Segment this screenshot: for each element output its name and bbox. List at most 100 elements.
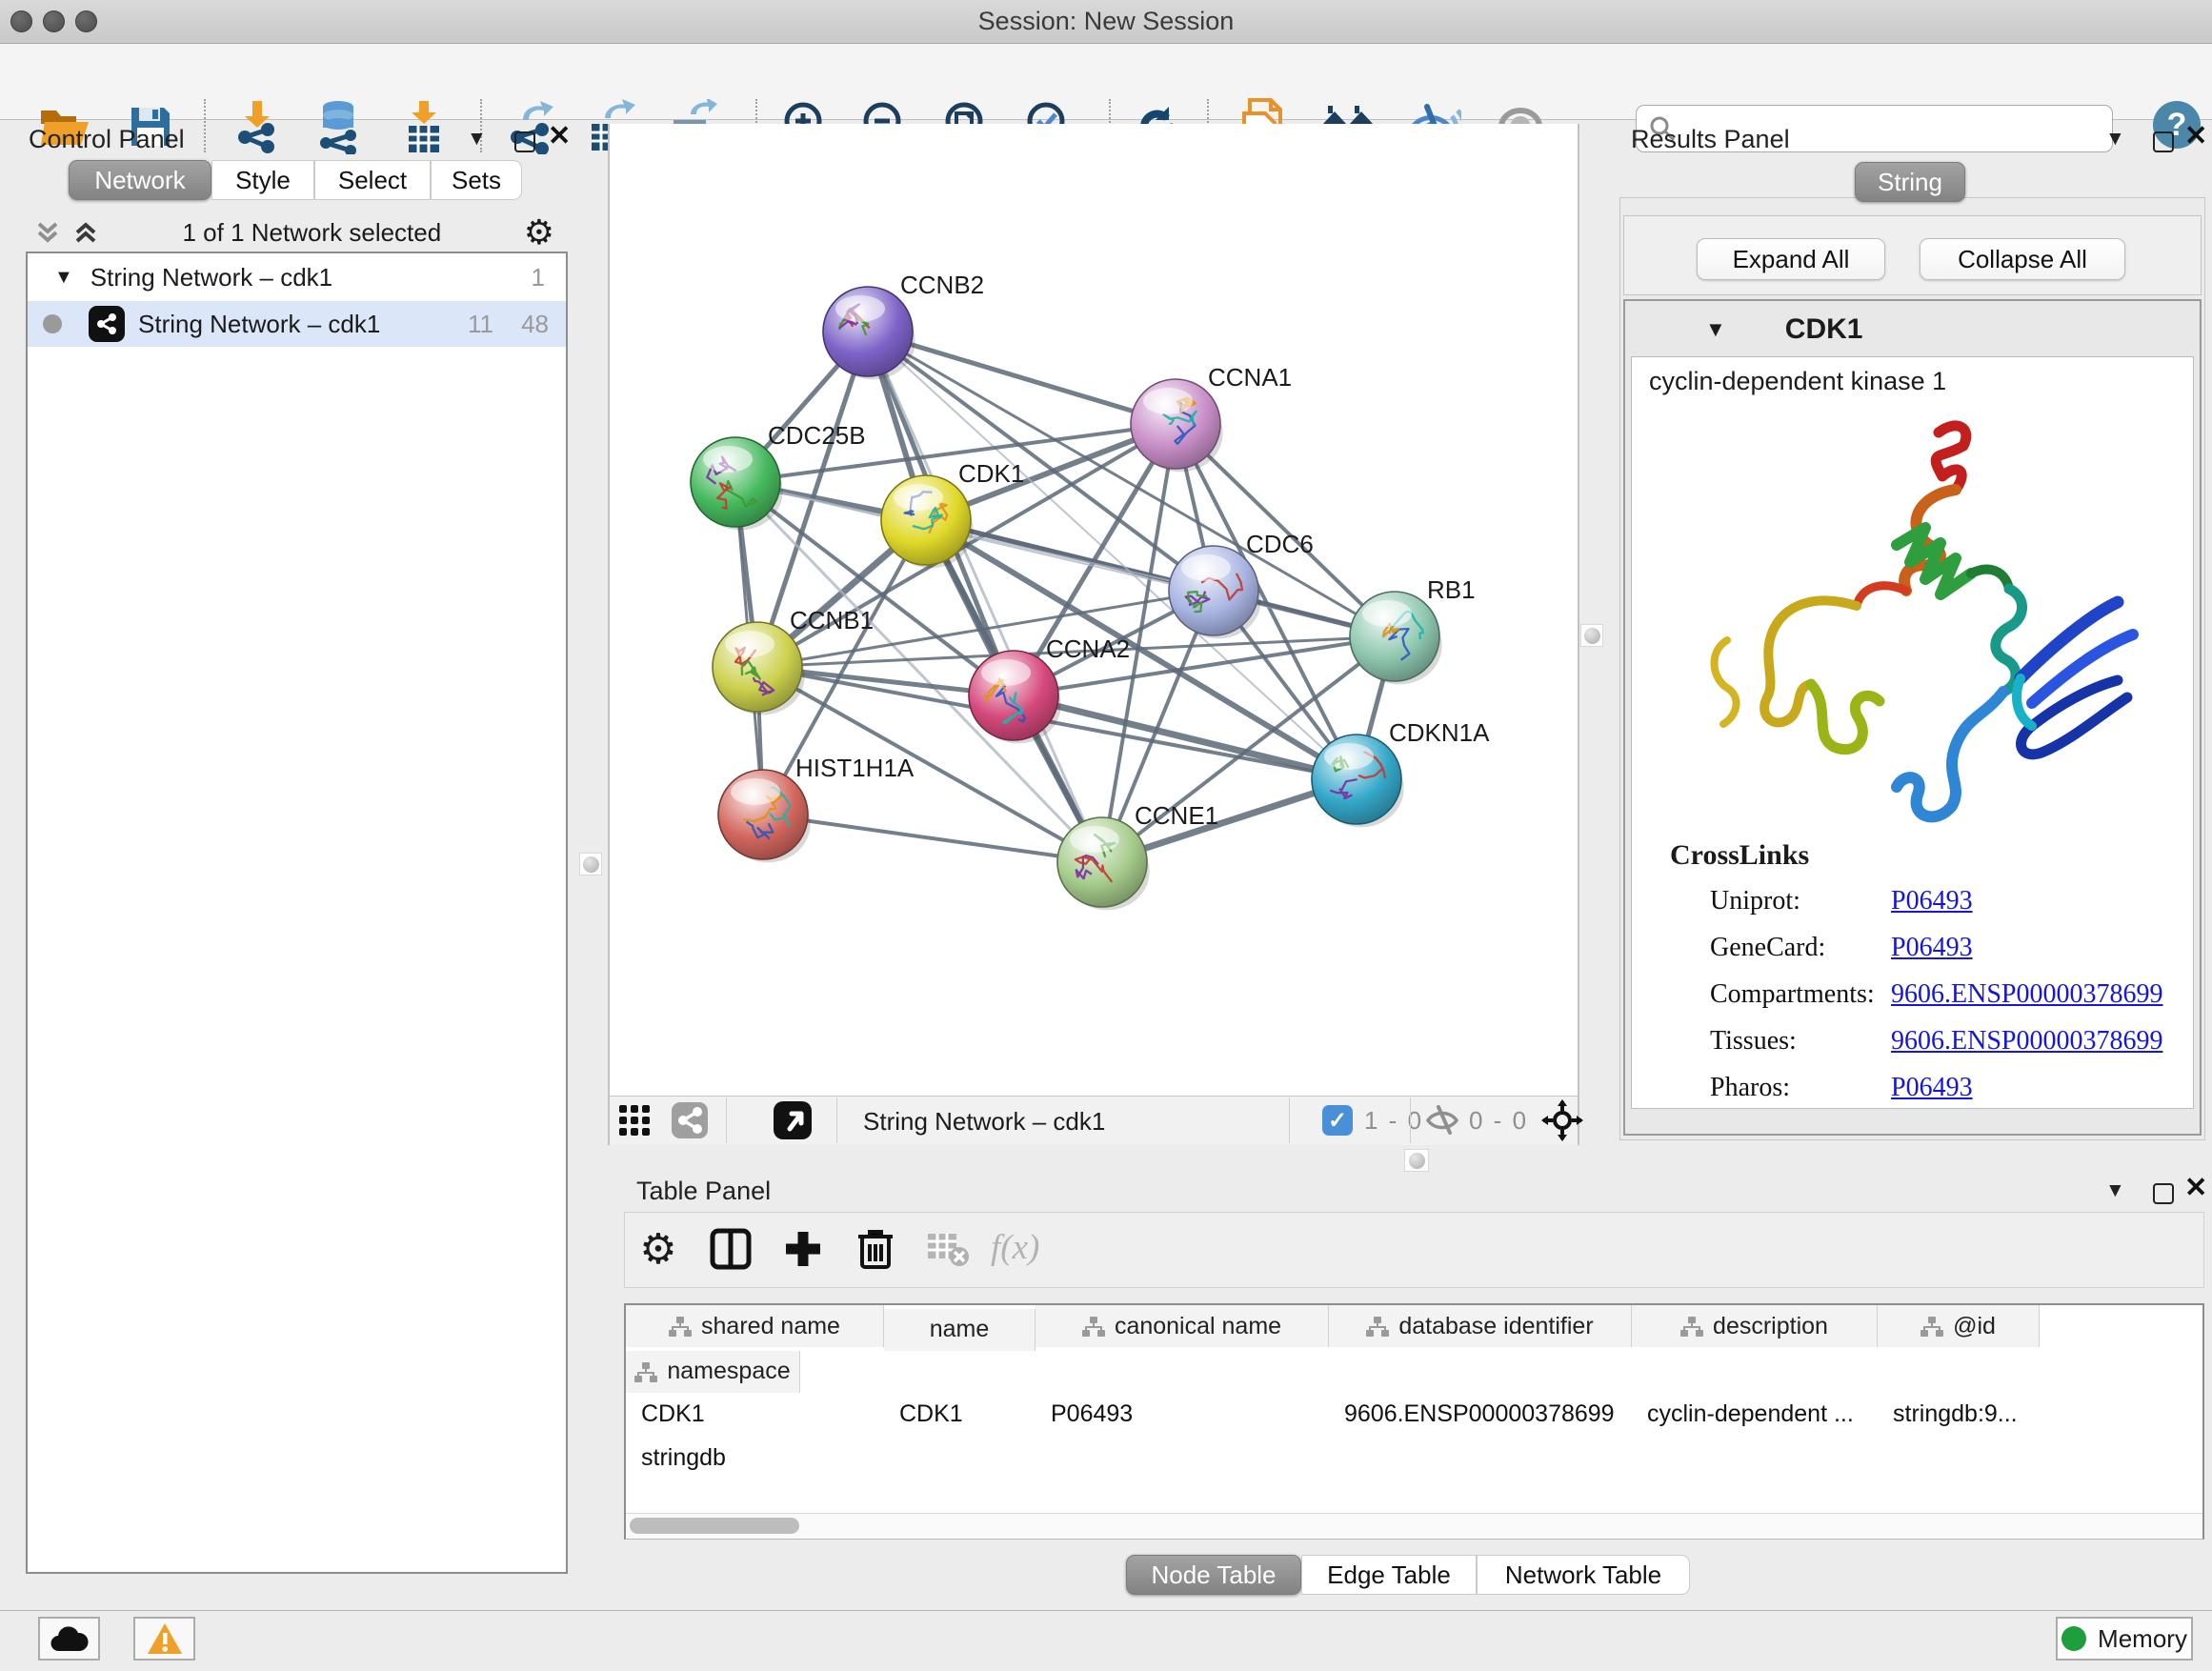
delete-table-icon[interactable] (920, 1221, 975, 1277)
network-node-cdkn1a[interactable]: CDKN1A (1312, 718, 1490, 827)
column-tree-icon (1366, 1316, 1389, 1337)
crosslink-link[interactable]: P06493 (1891, 933, 1973, 963)
control-panel-collapse-icon[interactable]: ▼ (467, 128, 487, 151)
grid-view-icon[interactable] (610, 1097, 659, 1143)
network-edge[interactable] (868, 332, 1102, 862)
show-columns-icon[interactable] (703, 1221, 758, 1277)
selected-checkbox-icon[interactable]: ✓ (1322, 1105, 1353, 1136)
warning-icon (146, 1621, 184, 1656)
toolbar-separator (726, 1097, 727, 1143)
table-panel-float-icon[interactable] (2153, 1183, 2174, 1209)
tab-string[interactable]: String (1855, 162, 1965, 202)
memory-button[interactable]: Memory (2056, 1617, 2193, 1661)
section-expander-icon[interactable]: ▼ (1705, 317, 1726, 342)
crosslink-link[interactable]: 9606.ENSP00000378699 (1891, 1026, 2162, 1057)
crosslink-row: Uniprot:P06493 (1710, 877, 2193, 924)
table-horizontal-scrollbar[interactable] (626, 1513, 2202, 1538)
crosslink-link[interactable]: 9606.ENSP00000378699 (1891, 979, 2162, 1010)
import-database-icon[interactable] (307, 95, 370, 158)
table-cell[interactable]: P06493 (1036, 1393, 1329, 1437)
node-label-cdc6: CDC6 (1246, 530, 1314, 558)
expand-all-icon[interactable] (71, 218, 100, 247)
selected-nodes-indicator[interactable]: ✓ 1 - 0 (1322, 1105, 1423, 1136)
table-cell[interactable]: stringdb (626, 1437, 800, 1480)
import-table-icon[interactable] (392, 95, 455, 158)
control-panel-float-icon[interactable] (514, 131, 535, 157)
tab-style[interactable]: Style (211, 160, 314, 200)
network-node-ccnb2[interactable]: CCNB2 (823, 271, 984, 379)
crosslink-link[interactable]: P06493 (1891, 886, 1973, 916)
tab-select[interactable]: Select (314, 160, 431, 200)
horizontal-splitter-handle[interactable] (1404, 1149, 1429, 1172)
scrollbar-thumb[interactable] (630, 1518, 799, 1534)
network-canvas[interactable]: CCNB2CCNA1CDC25BCDK1CDC6RB1CCNB1CCNA2CDK… (608, 124, 1579, 1096)
tab-network[interactable]: Network (69, 160, 211, 200)
table-cell[interactable]: 9606.ENSP00000378699 (1329, 1393, 1632, 1437)
cloud-status-button[interactable] (38, 1617, 100, 1661)
crosslink-label: Pharos: (1710, 1073, 1891, 1103)
fit-content-crosshair-icon[interactable] (1538, 1097, 1587, 1143)
node-label-ccna2: CCNA2 (1046, 634, 1130, 663)
column-header-namespace[interactable]: namespace (626, 1351, 800, 1393)
column-label: canonical name (1115, 1313, 1281, 1340)
column-header-description[interactable]: description (1632, 1305, 1878, 1347)
warning-status-button[interactable] (133, 1617, 195, 1661)
network-tree-item-row[interactable]: String Network – cdk1 11 48 (28, 301, 566, 347)
gene-description: cyclin-dependent kinase 1 (1632, 357, 2193, 396)
results-panel-collapse-icon[interactable]: ▼ (2105, 128, 2125, 151)
right-splitter-handle[interactable] (1580, 624, 1603, 647)
gene-section-header[interactable]: ▼ CDK1 (1631, 307, 2194, 352)
column-header-name[interactable]: name (884, 1309, 1036, 1351)
network-share-view-icon[interactable] (665, 1097, 714, 1143)
results-panel-title: Results Panel (1631, 125, 1790, 154)
table-cell[interactable]: CDK1 (626, 1393, 884, 1437)
network-edge[interactable] (763, 815, 1102, 862)
expand-all-button[interactable]: Expand All (1697, 238, 1885, 280)
tab-node-table[interactable]: Node Table (1126, 1555, 1301, 1595)
table-options-gear-icon[interactable]: ⚙ (631, 1221, 686, 1277)
network-options-gear-icon[interactable]: ⚙ (524, 212, 554, 252)
table-row[interactable]: CDK1CDK1P064939606.ENSP00000378699cyclin… (626, 1393, 2202, 1480)
table-panel-collapse-icon[interactable]: ▼ (2105, 1179, 2125, 1202)
tab-sets[interactable]: Sets (431, 160, 522, 200)
network-edge[interactable] (1014, 695, 1357, 779)
node-table: shared namename canonical name database id… (624, 1303, 2204, 1540)
birdseye-view-icon[interactable] (768, 1097, 817, 1143)
table-panel-close-icon[interactable]: ✕ (2184, 1178, 2207, 1201)
tab-edge-table[interactable]: Edge Table (1301, 1555, 1477, 1595)
network-node-cdk1[interactable]: CDK1 (881, 459, 1024, 568)
network-node-ccna1[interactable]: CCNA1 (1131, 363, 1292, 472)
crosslink-label: GeneCard: (1710, 933, 1891, 963)
collapse-all-icon[interactable] (33, 218, 62, 247)
collapse-all-button[interactable]: Collapse All (1920, 238, 2125, 280)
table-cell[interactable]: stringdb:9... (1878, 1393, 2040, 1437)
column-header-canonical-name[interactable]: canonical name (1036, 1305, 1329, 1347)
column-tree-icon (1680, 1316, 1703, 1337)
tree-expander-icon[interactable]: ▼ (54, 267, 73, 289)
delete-column-trash-icon[interactable] (848, 1221, 903, 1277)
table-cell[interactable]: CDK1 (884, 1393, 1036, 1437)
network-item-label: String Network – cdk1 (138, 310, 380, 339)
memory-status-dot (2061, 1626, 2086, 1651)
network-graph[interactable]: CCNB2CCNA1CDC25BCDK1CDC6RB1CCNB1CCNA2CDK… (610, 124, 1578, 1096)
import-network-icon[interactable] (226, 95, 289, 158)
create-column-icon[interactable] (775, 1221, 831, 1277)
left-splitter-handle[interactable] (579, 853, 602, 876)
tab-network-table[interactable]: Network Table (1477, 1555, 1690, 1595)
column-header--id[interactable]: @id (1878, 1305, 2040, 1347)
column-header-database-identifier[interactable]: database identifier (1329, 1305, 1632, 1347)
results-panel-close-icon[interactable]: ✕ (2184, 126, 2207, 150)
crosslink-link[interactable]: P06493 (1891, 1073, 1973, 1103)
network-tree-root-row[interactable]: ▼ String Network – cdk1 1 (28, 253, 566, 301)
function-builder-icon[interactable]: f(x) (991, 1227, 1039, 1268)
hidden-nodes-indicator[interactable]: 0 - 0 (1425, 1105, 1528, 1136)
network-node-rb1[interactable]: RB1 (1350, 575, 1476, 684)
table-cell[interactable]: cyclin-dependent ... (1632, 1393, 1878, 1437)
results-panel-float-icon[interactable] (2153, 131, 2174, 157)
column-tree-icon (1920, 1316, 1943, 1337)
control-panel-close-icon[interactable]: ✕ (548, 126, 571, 150)
crosslinks-list: Uniprot:P06493GeneCard:P06493Compartment… (1632, 872, 2193, 1111)
main-toolbar: ? (0, 44, 2212, 120)
column-header-shared-name[interactable]: shared name (626, 1305, 884, 1347)
network-node-hist1h1a[interactable]: HIST1H1A (718, 754, 915, 862)
